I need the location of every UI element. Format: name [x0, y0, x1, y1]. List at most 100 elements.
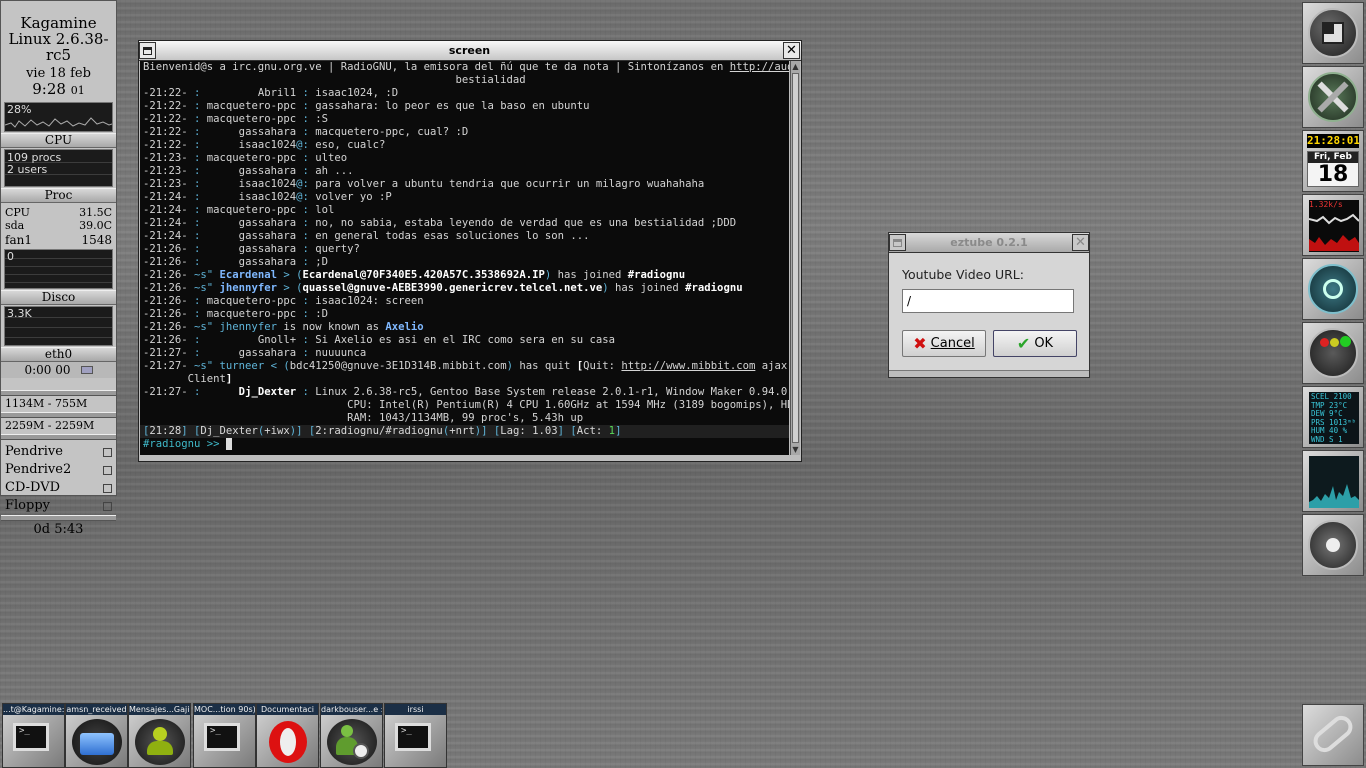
task-gajim[interactable]: Mensajes...Gajim [128, 703, 191, 768]
dock-tools-tile[interactable] [1302, 66, 1364, 128]
irssi-statusbar: [21:28] [Dj_Dexter(+iwx)] [2:radiognu/#r… [140, 425, 789, 438]
line-separator: : [296, 87, 316, 99]
dock-clip-tile[interactable] [1302, 704, 1364, 766]
line-nick: gassahara [206, 126, 297, 138]
mount-button[interactable] [103, 466, 112, 475]
line-text: lol [315, 204, 335, 216]
mount-cd-dvd[interactable]: CD-DVD [1, 479, 116, 497]
mount-button[interactable] [103, 484, 112, 493]
minimize-button[interactable] [889, 234, 906, 251]
join-action: has joined [615, 282, 686, 294]
mount-label: CD-DVD [5, 480, 61, 495]
dock-wmaker-tile[interactable] [1302, 2, 1364, 64]
mount-label: Floppy [5, 498, 50, 513]
terminal-line: -21:24- : macquetero-ppc : lol [140, 204, 789, 217]
swap-usage: 2259M - 2259M [5, 419, 95, 432]
terminal-line: -21:23- : isaac1024@: para volver a ubun… [140, 178, 789, 191]
line-text: no, no sabia, estaba leyendo de verdad q… [315, 217, 737, 229]
dialog-titlebar[interactable]: eztube 0.2.1 ✕ [889, 233, 1089, 253]
scroll-down-icon[interactable]: ▼ [791, 444, 800, 455]
cpu-graph: 28% [4, 102, 113, 132]
task-caption: Mensajes...Gajim [129, 704, 190, 715]
line-bracket: > ( [276, 269, 303, 281]
line-text: CPU: Intel(R) Pentium(R) 4 CPU 1.60GHz a… [143, 399, 789, 411]
task-amsn-received[interactable]: amsn_received [65, 703, 128, 768]
weather-line: WND S 1 [1311, 434, 1343, 444]
terminal-line: -21:27- ~s" turneer < (bdc41250@gnuve-3E… [140, 360, 789, 373]
task-terminal[interactable]: ...t@Kagamine:/ >_ [2, 703, 65, 768]
line-separator: : [187, 139, 207, 151]
task-opera[interactable]: Documentaci [256, 703, 319, 768]
input-prompt[interactable]: #radiognu >> [140, 438, 789, 451]
line-bracket: > ( [276, 282, 303, 294]
disc-icon [1308, 520, 1358, 570]
mount-pendrive2[interactable]: Pendrive2 [1, 461, 116, 479]
sensor-name: fan1 [5, 233, 32, 247]
uptime: 0d 5:43 [33, 522, 84, 537]
dock-clock-tile[interactable]: 21:28:01 Fri, Feb 18 [1302, 130, 1364, 192]
paperclip-icon [1309, 711, 1357, 757]
minimize-button[interactable] [139, 42, 156, 59]
line-time: -21:22- [143, 126, 188, 138]
mount-pendrive[interactable]: Pendrive [1, 443, 116, 461]
mount-button[interactable] [103, 502, 112, 511]
dock-status-tile[interactable] [1302, 322, 1364, 384]
task-moc[interactable]: MOC...tion 90s) >_ [193, 703, 256, 768]
ok-label: OK [1034, 336, 1054, 351]
terminal-line: -21:24- : gassahara : no, no sabia, esta… [140, 217, 789, 230]
line-text: RAM: 1043/1134MB, 99 proc's, 5.43h up [143, 412, 584, 424]
swap-row: 2259M - 2259M [1, 418, 116, 434]
tools-icon [1308, 72, 1358, 122]
task-darkbouser[interactable]: darkbouser...e :( [320, 703, 383, 768]
line-time: -21:22- [143, 139, 188, 151]
eth-timer: 0:00 00 [1, 362, 116, 378]
screen-terminal-window[interactable]: screen ✕ Bienvenid@s a irc.gnu.org.ve | … [138, 40, 802, 462]
line-nick: Dj_Dexter [206, 386, 297, 398]
cancel-button[interactable]: ✖ Cancel [902, 330, 986, 357]
dock-net-tile[interactable]: 1.32k/s [1302, 194, 1364, 256]
mount-floppy[interactable]: Floppy [1, 497, 116, 515]
eth-led-icon[interactable] [80, 366, 93, 374]
sensor-value: 31.5C [79, 206, 112, 219]
terminal-line: -21:26- : Gnoll+ : Si Axelio es asi en e… [140, 334, 789, 347]
dock-weather-tile[interactable]: SCEL 2100 TMP 23°C DEW 9°C PRS 1013ᵐᵇ HU… [1302, 386, 1364, 448]
line-nick: Gnoll+ [206, 334, 297, 346]
close-button[interactable]: ✕ [1072, 234, 1089, 251]
date-text: vie 18 feb [26, 66, 91, 81]
dock-graph-tile[interactable] [1302, 450, 1364, 512]
net-graph: 3.3K [4, 306, 113, 346]
line-separator: : [302, 191, 316, 203]
terminal-output[interactable]: Bienvenid@s a irc.gnu.org.ve | RadioGNU,… [140, 61, 789, 455]
line-separator: : [187, 204, 207, 216]
terminal-line: -21:24- : isaac1024@: volver yo :P [140, 191, 789, 204]
task-irssi[interactable]: irssi >_ [384, 703, 447, 768]
quit-host: bdc41250@gnuve-3E1D314B.mibbit.com [289, 360, 507, 372]
url-input[interactable]: / [902, 289, 1074, 313]
ok-button[interactable]: ✔ OK [993, 330, 1077, 357]
line-separator: : [296, 386, 316, 398]
terminal-line: -21:27- : Dj_Dexter : Linux 2.6.38-rc5, … [140, 386, 789, 399]
dock-disc-tile[interactable] [1302, 514, 1364, 576]
line-nick: gassahara [206, 165, 297, 177]
task-caption: darkbouser...e :( [321, 704, 382, 715]
dock-wheel-tile[interactable] [1302, 258, 1364, 320]
scroll-up-icon[interactable]: ▲ [791, 61, 800, 72]
dialog-resizebar[interactable] [889, 370, 1089, 377]
line-time: -21:27- [143, 347, 188, 359]
line-separator: : [187, 191, 207, 203]
line-text: isaac1024: screen [315, 295, 424, 307]
mount-button[interactable] [103, 448, 112, 457]
eztube-dialog[interactable]: eztube 0.2.1 ✕ Youtube Video URL: / ✖ Ca… [888, 232, 1090, 378]
calendar-date: 18 [1317, 162, 1349, 187]
terminal-line: -21:22- : macquetero-ppc : :S [140, 113, 789, 126]
close-icon: ✕ [1075, 235, 1086, 250]
scroll-thumb[interactable] [792, 73, 799, 443]
ship-wheel-icon [1308, 264, 1358, 314]
quit-reason: Client [143, 373, 226, 385]
scrollbar[interactable]: ▲ ▼ [790, 61, 800, 455]
line-prefix: ~s" [187, 321, 220, 333]
line-text: querty? [315, 243, 360, 255]
close-button[interactable]: ✕ [783, 42, 800, 59]
dock-clock: 21:28:01 [1307, 134, 1360, 148]
window-titlebar[interactable]: screen ✕ [139, 41, 801, 61]
